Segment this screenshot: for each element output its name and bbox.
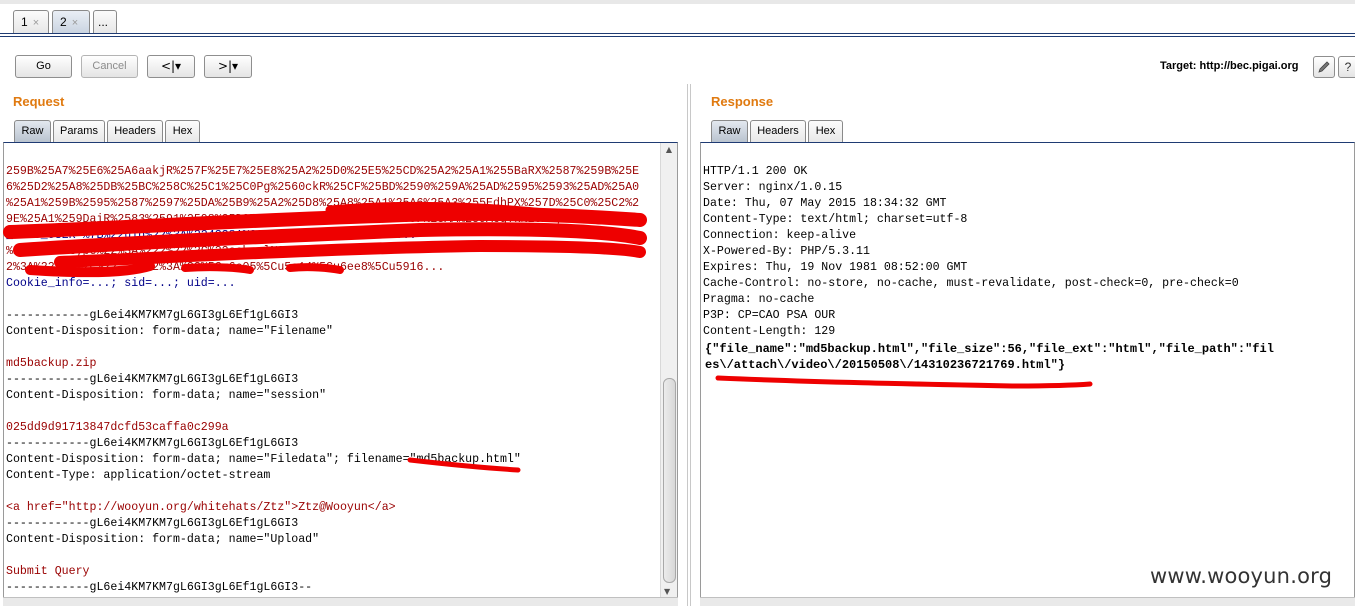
response-line: Pragma: no-cache — [703, 293, 815, 306]
response-headers-text[interactable]: HTTP/1.1 200 OK Server: nginx/1.0.15 Dat… — [703, 148, 1239, 340]
response-line: X-Powered-By: PHP/5.3.11 — [703, 245, 870, 258]
tab-border-top — [0, 33, 1355, 34]
response-line: Server: nginx/1.0.15 — [703, 181, 843, 194]
request-line: Content-Disposition: form-data; name="Fi… — [6, 325, 333, 338]
tab-request-headers[interactable]: Headers — [107, 120, 163, 142]
request-line: <a href="http://wooyun.org/whitehats/Ztz… — [6, 501, 396, 514]
top-strip — [0, 0, 1355, 4]
tab-request-raw[interactable]: Raw — [14, 120, 51, 142]
tab-response-raw[interactable]: Raw — [711, 120, 748, 142]
split-divider[interactable] — [687, 84, 688, 606]
target-label: Target: http://bec.pigai.org — [1160, 60, 1299, 72]
request-line: Content-Type: application/octet-stream — [6, 469, 271, 482]
request-line: Submit Query — [6, 565, 90, 578]
response-body[interactable]: {"file_name":"md5backup.html","file_size… — [705, 341, 1274, 373]
pencil-icon — [1318, 61, 1330, 73]
go-button[interactable]: Go — [15, 55, 72, 78]
tab-1[interactable]: 1 × — [13, 10, 49, 34]
request-line: 025dd9d91713847dcfd53caffa0c299a — [6, 421, 229, 434]
request-line: ------------gL6ei4KM7KM7gL6GI3gL6Ef1gL6G… — [6, 581, 313, 594]
request-line: ------------gL6ei4KM7KM7gL6GI3gL6Ef1gL6G… — [6, 517, 299, 530]
tab-response-headers[interactable]: Headers — [750, 120, 806, 142]
split-divider-edge — [690, 84, 691, 606]
close-icon[interactable]: × — [33, 17, 39, 29]
response-line: Content-Length: 129 — [703, 325, 836, 338]
tab-request-hex[interactable]: Hex — [165, 120, 200, 142]
response-line: Cache-Control: no-store, no-cache, must-… — [703, 277, 1239, 290]
forward-button[interactable]: >|▾ — [204, 55, 252, 78]
response-line: P3P: CP=CAO PSA OUR — [703, 309, 836, 322]
scroll-up-icon[interactable]: ▲ — [661, 145, 677, 154]
request-line: md5backup.zip — [6, 357, 97, 370]
response-body-line: {"file_name":"md5backup.html","file_size… — [705, 342, 1274, 356]
response-line: Expires: Thu, 19 Nov 1981 08:52:00 GMT — [703, 261, 968, 274]
request-line: Content-Disposition: form-data; name="se… — [6, 389, 327, 402]
response-line: Connection: keep-alive — [703, 229, 857, 242]
filename-underline — [407, 457, 521, 473]
response-line: Date: Thu, 07 May 2015 18:34:32 GMT — [703, 197, 947, 210]
edit-target-button[interactable] — [1313, 56, 1335, 78]
response-title: Response — [711, 94, 774, 109]
tab-2[interactable]: 2 × — [52, 10, 90, 34]
request-scroll-thumb[interactable] — [663, 378, 676, 583]
request-search-bar[interactable] — [3, 597, 678, 606]
request-line: Content-Disposition: form-data; name="Up… — [6, 533, 320, 546]
request-scrollbar[interactable]: ▲ ▼ — [660, 143, 677, 605]
response-line: HTTP/1.1 200 OK — [703, 165, 808, 178]
response-line: Content-Type: text/html; charset=utf-8 — [703, 213, 968, 226]
response-search-bar[interactable] — [700, 597, 1355, 606]
tab-1-label: 1 — [21, 15, 28, 29]
tab-border-bottom — [0, 36, 1355, 37]
tab-2-label: 2 — [60, 15, 67, 29]
help-button[interactable]: ? — [1338, 56, 1355, 78]
tab-new[interactable]: ... — [93, 10, 117, 34]
request-line: 259B%25A7%25E6%25A6aakjR%257F%25E7%25E8%… — [6, 165, 640, 178]
tab-response-hex[interactable]: Hex — [808, 120, 843, 142]
filepath-underline — [715, 375, 1093, 389]
back-button[interactable]: <|▾ — [147, 55, 195, 78]
watermark-logo: www.wooyun.org — [1150, 564, 1333, 588]
request-line: ------------gL6ei4KM7KM7gL6GI3gL6Ef1gL6G… — [6, 437, 299, 450]
request-line: ------------gL6ei4KM7KM7gL6GI3gL6Ef1gL6G… — [6, 309, 299, 322]
request-line: ------------gL6ei4KM7KM7gL6GI3gL6Ef1gL6G… — [6, 373, 299, 386]
cancel-button[interactable]: Cancel — [81, 55, 138, 78]
request-title: Request — [13, 94, 65, 109]
close-icon[interactable]: × — [72, 17, 78, 29]
redaction-scribble — [3, 201, 647, 278]
tab-request-params[interactable]: Params — [53, 120, 105, 142]
tab-new-label: ... — [98, 15, 109, 29]
scroll-down-icon[interactable]: ▼ — [664, 587, 670, 596]
